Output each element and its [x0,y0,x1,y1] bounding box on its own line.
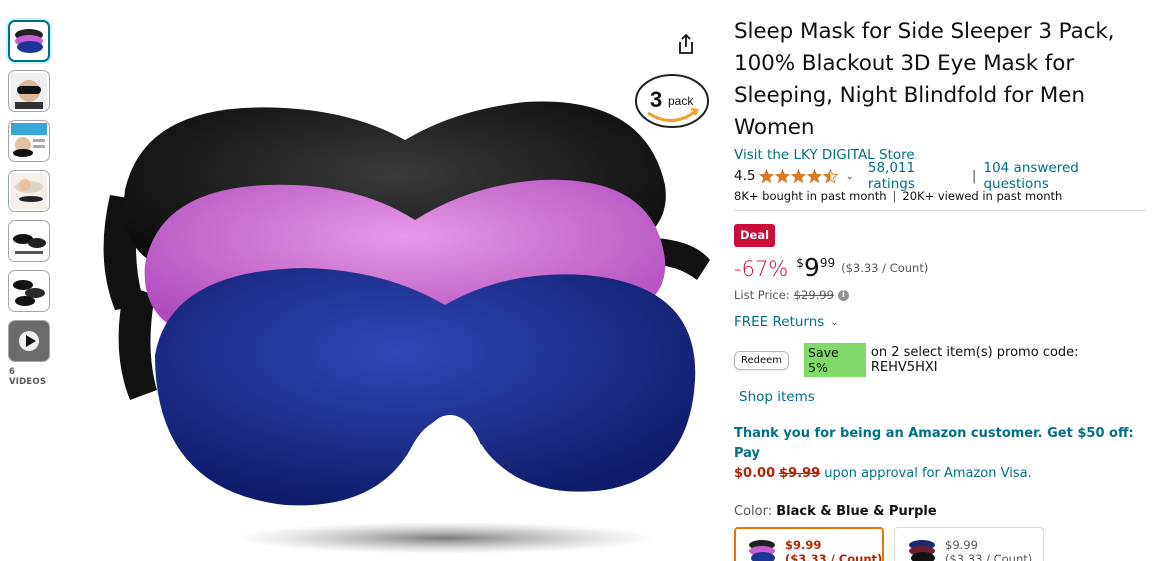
unit-price: ($3.33 / Count) [841,261,929,275]
amazon-visa-offer[interactable]: Thank you for being an Amazon customer. … [734,424,1146,464]
play-video-icon [9,321,49,361]
price-whole: 9 [803,253,820,282]
sleep-mask-image [103,101,710,554]
sleep-mask-icon [15,29,43,53]
price-currency: $ [796,256,804,270]
color-value: Black & Blue & Purple [776,504,937,519]
price-row: -67% $ 9 99 ($3.33 / Count) [734,254,1146,282]
product-title: Sleep Mask for Side Sleeper 3 Pack, 100%… [734,19,1115,140]
list-price-value: $29.99 [793,288,834,302]
swatch-price: $9.99 ($3.33 / Count) [945,538,1032,561]
chevron-down-icon: ⌄ [830,316,839,328]
swatch-price-value: $9.99 [945,537,978,552]
color-label-text: Color: [734,504,773,519]
deal-badge: Deal [734,224,776,247]
thumbnail-4[interactable] [8,170,50,212]
woman-sleeping-icon [11,173,47,209]
videos-count-label: 6 VIDEOS [9,367,47,387]
infographic-icon [11,123,47,159]
promo-text: on 2 select item(s) promo code: REHV5HXI [870,345,1079,375]
star-rating[interactable] [759,168,839,184]
rating-row: 4.5 ⌄ 58,011 ratings | 104 answered ques… [734,160,1146,192]
answered-questions-link[interactable]: 104 answered questions [983,160,1146,192]
main-product-image[interactable] [85,20,715,561]
price-fraction: 99 [819,256,836,270]
separator: | [971,168,977,184]
free-returns-label: FREE Returns [734,314,825,330]
man-wearing-mask-icon [11,73,47,109]
separator: | [892,189,897,203]
thumbnail-strip: 6 VIDEOS [8,20,52,387]
list-price: List Price: $29.99 i [734,288,1146,302]
amazon-visa-offer-line2: $0.00 $9.99 upon approval for Amazon Visa. [734,464,1146,484]
visa-new-price: $0.00 [734,466,776,481]
list-price-label: List Price: [734,288,790,302]
mask-detail-icon [11,223,47,259]
chevron-down-icon[interactable]: ⌄ [845,171,853,182]
swatch-image-icon [909,539,935,561]
thumbnail-2[interactable] [8,70,50,112]
thumbnail-5[interactable] [8,220,50,262]
bought-count: 8K+ bought in past month [734,189,887,203]
pack-badge: 3 pack [634,73,710,129]
visa-offer-text[interactable]: upon approval for Amazon Visa. [824,466,1031,481]
info-icon[interactable]: i [837,289,849,301]
free-returns[interactable]: FREE Returns ⌄ [734,314,1146,330]
price: $ 9 99 [796,254,835,281]
viewed-count: 20K+ viewed in past month [902,189,1063,203]
thumbnail-1[interactable] [8,20,50,62]
share-icon[interactable] [675,32,697,56]
pack-label: pack [668,94,694,108]
promo-row: Redeem Save 5% on 2 select item(s) promo… [734,343,1146,377]
redeem-button[interactable]: Redeem [734,350,790,370]
thumbnail-video[interactable] [8,320,50,362]
pack-number: 3 [650,87,662,112]
visa-old-price: $9.99 [779,466,821,481]
thumbnail-3[interactable] [8,120,50,162]
swatch-price: $9.99 ($3.33 / Count) [785,538,882,561]
swatch-black-blue-purple[interactable]: $9.99 ($3.33 / Count) [734,527,884,561]
color-label: Color: Black & Blue & Purple [734,504,1146,519]
save-badge: Save 5% [804,343,866,377]
color-swatches: $9.99 ($3.33 / Count) $9.99 ($3.33 / Cou… [734,527,1146,561]
swatch-price-value: $9.99 [785,537,822,552]
stars-icon [759,168,839,183]
rating-value: 4.5 [734,168,756,184]
swatch-alternate[interactable]: $9.99 ($3.33 / Count) [894,527,1044,561]
swatch-unit-price: ($3.33 / Count) [945,551,1033,561]
divider [734,210,1146,211]
swatch-unit-price: ($3.33 / Count) [785,551,883,561]
discount-percent: -67% [734,257,789,281]
thumbnail-6[interactable] [8,270,50,312]
three-masks-icon [11,273,47,309]
ratings-count-link[interactable]: 58,011 ratings [868,160,965,192]
swatch-image-icon [749,539,775,561]
product-details: Sleep Mask for Side Sleeper 3 Pack, 100%… [734,16,1146,561]
shop-items-link[interactable]: Shop items [739,389,1146,405]
